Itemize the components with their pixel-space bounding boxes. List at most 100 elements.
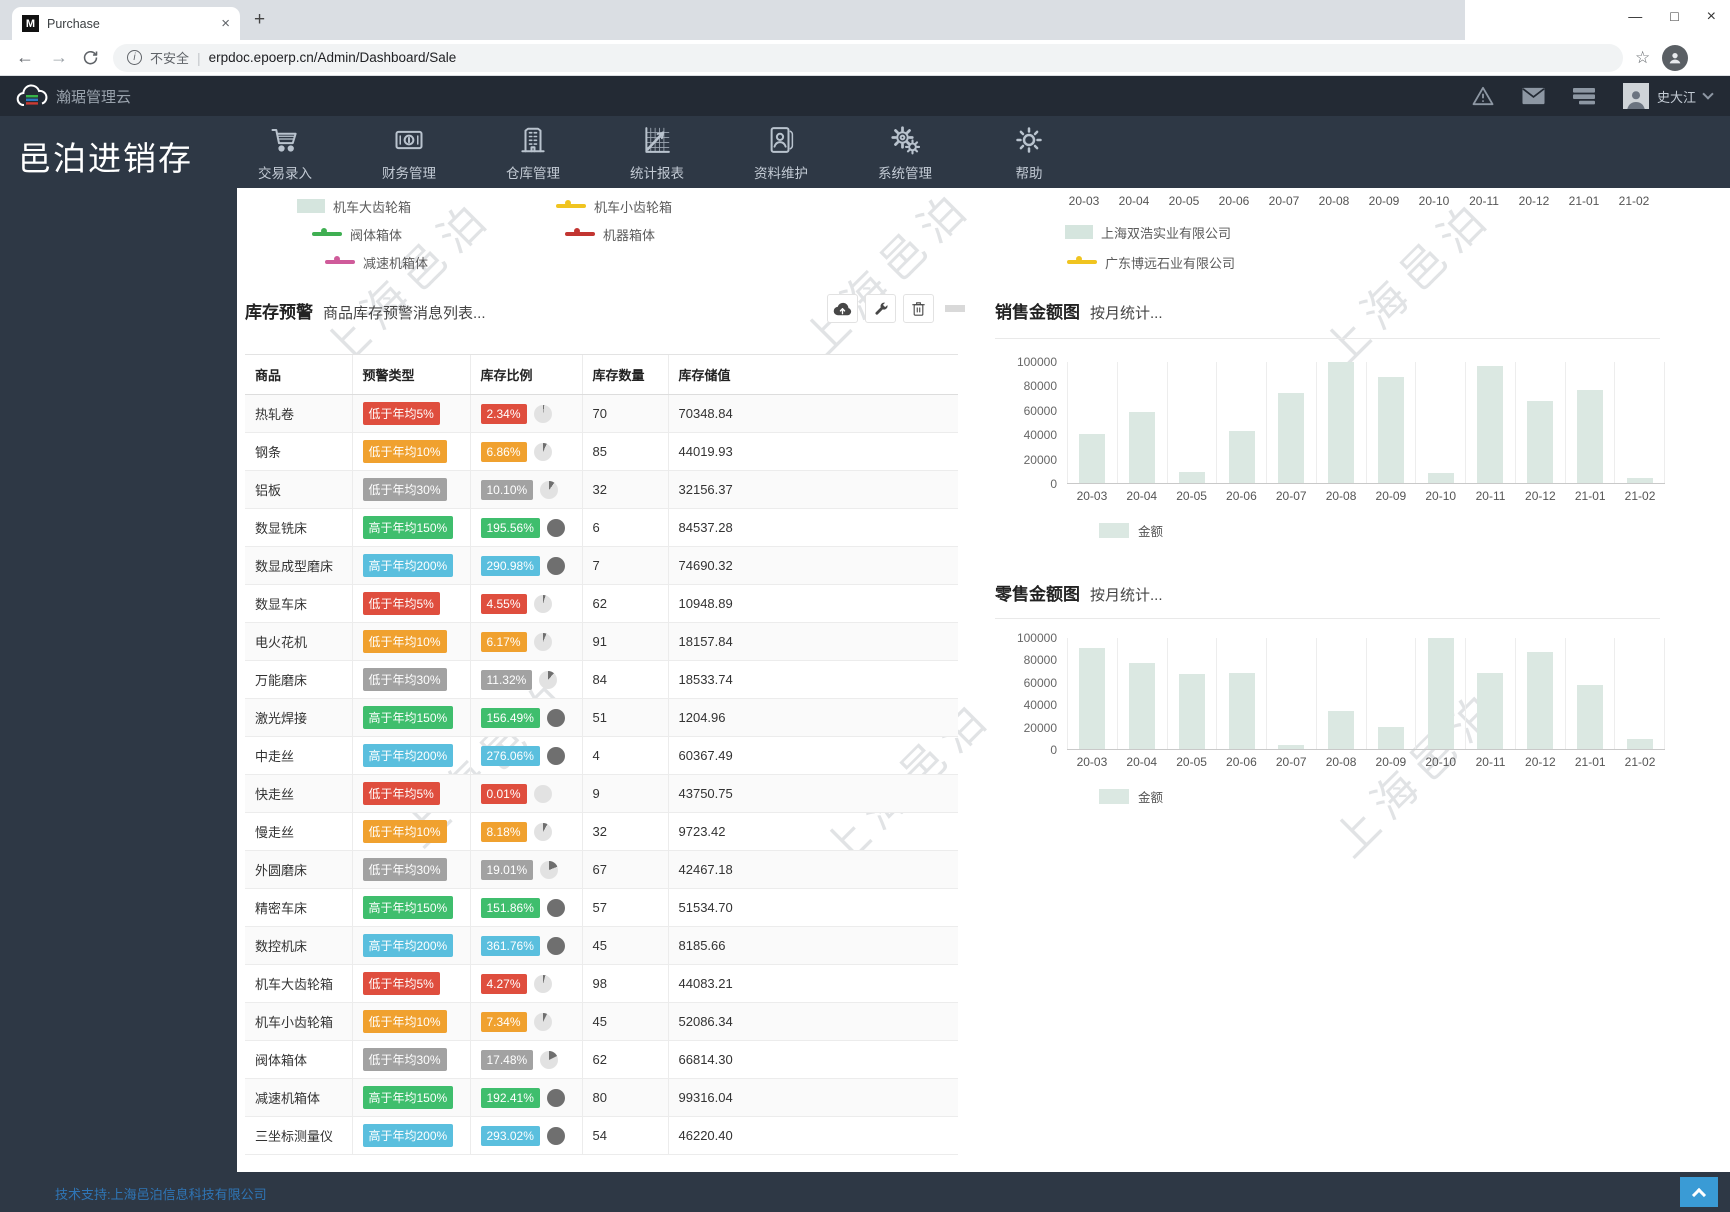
alert-type-badge: 低于年均5%	[362, 782, 440, 805]
bar	[1178, 472, 1205, 483]
cell-ratio: 6.86%	[469, 432, 582, 471]
site-info-icon[interactable]: i	[127, 50, 142, 65]
bar	[1427, 638, 1454, 749]
x-tick-label: 21-01	[1574, 489, 1606, 503]
table-row[interactable]: 钢条 低于年均10% 6.86% 85 44019.93	[245, 432, 958, 471]
toolbar-dash	[945, 305, 965, 312]
table-row[interactable]: 电火花机 低于年均10% 6.17% 91 18157.84	[245, 622, 958, 661]
chevron-down-icon	[1702, 88, 1714, 100]
axis-label: 20-07	[1268, 194, 1300, 208]
legend-swatch	[297, 199, 325, 213]
legend-label: 金额	[1138, 791, 1164, 805]
trash-icon[interactable]	[903, 294, 934, 323]
legend-item[interactable]: 广东博远石业有限公司	[1067, 254, 1235, 271]
x-tick-label: 20-09	[1375, 489, 1407, 503]
tasks-server-icon[interactable]	[1572, 87, 1595, 105]
table-row[interactable]: 数显成型磨床 高于年均200% 290.98% 7 74690.32	[245, 546, 958, 585]
tab-close-icon[interactable]: ×	[221, 16, 230, 31]
watermark: 上海邑泊	[314, 189, 502, 377]
browser-profile-icon[interactable]	[1662, 44, 1689, 71]
table-row[interactable]: 机车大齿轮箱 低于年均5% 4.27% 98 44083.21	[245, 964, 958, 1003]
bar	[1328, 362, 1355, 483]
legend-item[interactable]: 机器箱体	[565, 226, 656, 243]
x-tick-label: 20-12	[1525, 755, 1556, 769]
nav-item-2[interactable]: 财务管理	[347, 116, 471, 188]
table-row[interactable]: 快走丝 低于年均5% 0.01% 9 43750.75	[245, 774, 958, 813]
table-row[interactable]: 铝板 低于年均30% 10.10% 32 32156.37	[245, 470, 958, 509]
bookmark-star-icon[interactable]: ☆	[1635, 48, 1650, 68]
table-row[interactable]: 数显车床 低于年均5% 4.55% 62 10948.89	[245, 584, 958, 623]
pie-icon	[546, 518, 565, 537]
refresh-icon[interactable]	[82, 49, 99, 66]
forward-icon[interactable]: →	[50, 47, 68, 68]
legend-item[interactable]: 机车大齿轮箱	[297, 198, 411, 215]
ratio-badge: 4.55%	[480, 593, 527, 614]
nav-item-5[interactable]: 资料维护	[719, 116, 843, 188]
cell-alert-type: 高于年均200%	[351, 736, 470, 775]
browser-tab-strip: M Purchase × + — □ ×	[0, 0, 1730, 40]
cell-qty: 9	[581, 774, 668, 813]
cloud-logo-icon[interactable]	[16, 84, 50, 109]
nav-item-3[interactable]: 仓库管理	[471, 116, 595, 188]
legend-item[interactable]: 阀体箱体	[312, 226, 402, 243]
table-row[interactable]: 万能磨床 低于年均30% 11.32% 84 18533.74	[245, 660, 958, 699]
cell-ratio: 10.10%	[469, 470, 582, 509]
table-row[interactable]: 数显铣床 高于年均150% 195.56% 6 84537.28	[245, 508, 958, 547]
y-tick-label: 80000	[1023, 379, 1057, 394]
table-row[interactable]: 机车小齿轮箱 低于年均10% 7.34% 45 52086.34	[245, 1002, 958, 1041]
chart-legend[interactable]: 金额	[1099, 787, 1665, 806]
messages-mail-icon[interactable]	[1522, 87, 1545, 105]
axis-label: 20-10	[1418, 194, 1450, 208]
table-row[interactable]: 三坐标测量仪 高于年均200% 293.02% 54 46220.40	[245, 1116, 958, 1155]
nav-item-6[interactable]: 系统管理	[843, 116, 967, 188]
new-tab-button[interactable]: +	[254, 9, 265, 31]
table-row[interactable]: 数控机床 高于年均200% 361.76% 45 8185.66	[245, 926, 958, 965]
back-to-top-button[interactable]	[1680, 1177, 1718, 1207]
legend-label: 机器箱体	[603, 227, 656, 243]
bar	[1477, 366, 1504, 483]
user-menu[interactable]: 史大江	[1622, 83, 1714, 109]
table-row[interactable]: 精密车床 高于年均150% 151.86% 57 51534.70	[245, 888, 958, 927]
retail-chart-header: 零售金额图 按月统计...	[995, 580, 1163, 605]
cell-value: 18533.74	[667, 660, 958, 699]
alerts-warning-icon[interactable]	[1472, 86, 1494, 106]
column-header: 预警类型	[351, 354, 470, 395]
table-row[interactable]: 减速机箱体 高于年均150% 192.41% 80 99316.04	[245, 1078, 958, 1117]
nav-item-4[interactable]: 统计报表	[595, 116, 719, 188]
table-row[interactable]: 激光焊接 高于年均150% 156.49% 51 1204.96	[245, 698, 958, 737]
url-omnibox[interactable]: i 不安全 | erpdoc.epoerp.cn/Admin/Dashboard…	[113, 43, 1623, 72]
table-row[interactable]: 中走丝 高于年均200% 276.06% 4 60367.49	[245, 736, 958, 775]
cloud-upload-icon[interactable]	[827, 294, 858, 323]
cell-alert-type: 低于年均10%	[351, 622, 470, 661]
legend-item[interactable]: 减速机箱体	[325, 254, 428, 271]
cell-alert-type: 高于年均200%	[351, 926, 470, 965]
ratio-badge: 7.34%	[480, 1011, 527, 1032]
wrench-icon[interactable]	[865, 294, 896, 323]
legend-item[interactable]: 上海双浩实业有限公司	[1065, 224, 1231, 241]
table-row[interactable]: 热轧卷 低于年均5% 2.34% 70 70348.84	[245, 394, 958, 433]
cell-ratio: 8.18%	[469, 812, 582, 851]
bar	[1129, 412, 1156, 483]
chart-legend[interactable]: 金额	[1099, 521, 1665, 540]
nav-item-label: 资料维护	[754, 166, 808, 181]
x-tick-label: 20-04	[1126, 755, 1158, 769]
window-maximize-icon[interactable]: □	[1670, 8, 1678, 26]
pie-icon	[533, 784, 552, 803]
cell-product: 外圆磨床	[245, 850, 352, 889]
cell-ratio: 361.76%	[469, 926, 582, 965]
table-row[interactable]: 慢走丝 低于年均10% 8.18% 32 9723.42	[245, 812, 958, 851]
nav-item-1[interactable]: 交易录入	[223, 116, 347, 188]
window-close-icon[interactable]: ×	[1707, 8, 1716, 26]
y-tick-label: 60000	[1023, 403, 1057, 418]
window-minimize-icon[interactable]: —	[1628, 8, 1642, 26]
cell-ratio: 4.27%	[469, 964, 582, 1003]
legend-item[interactable]: 机车小齿轮箱	[556, 198, 672, 215]
table-row[interactable]: 外圆磨床 低于年均30% 19.01% 67 42467.18	[245, 850, 958, 889]
nav-item-7[interactable]: 帮助	[967, 116, 1091, 188]
back-icon[interactable]: ←	[16, 47, 34, 68]
browser-tab[interactable]: M Purchase ×	[12, 7, 240, 40]
alert-type-badge: 高于年均150%	[362, 896, 454, 919]
table-row[interactable]: 阀体箱体 低于年均30% 17.48% 62 66814.30	[245, 1040, 958, 1079]
cell-alert-type: 低于年均30%	[351, 1040, 470, 1079]
pie-icon	[539, 670, 558, 689]
